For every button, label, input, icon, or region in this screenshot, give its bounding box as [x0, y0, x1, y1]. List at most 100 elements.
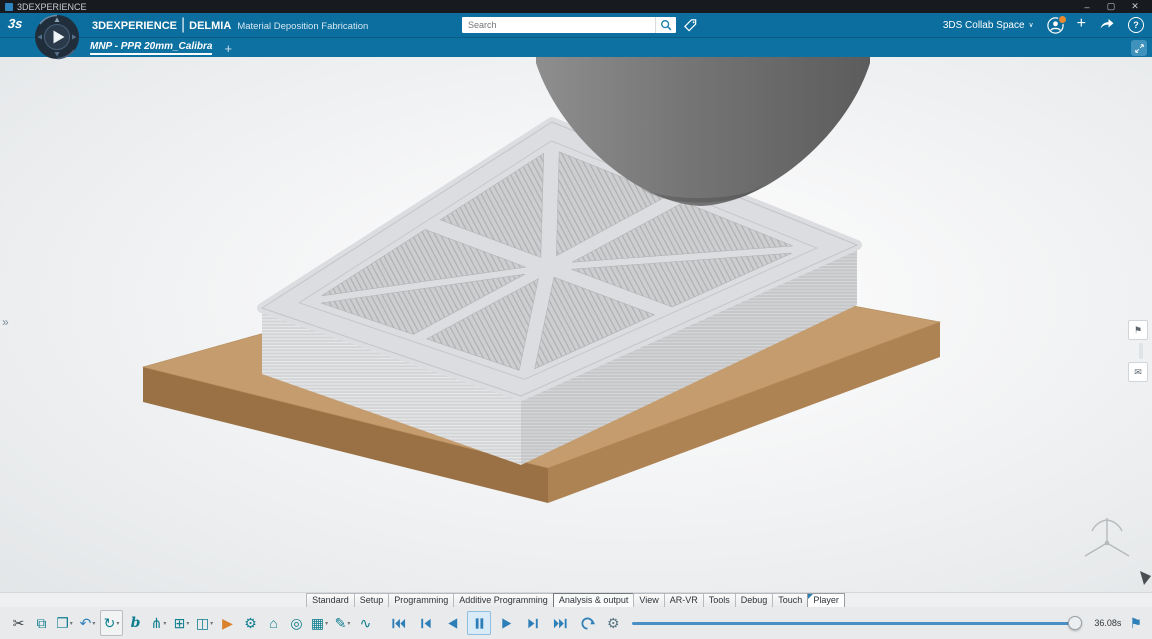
- play-backward-button[interactable]: [440, 611, 464, 635]
- undo-button[interactable]: ↶ ▾: [77, 611, 98, 635]
- add-content-button[interactable]: +: [1077, 16, 1086, 32]
- copy-button[interactable]: ⧉: [31, 611, 52, 635]
- update-icon: ↻: [103, 615, 116, 631]
- notification-badge: [1057, 14, 1067, 24]
- step-forward-icon: [527, 618, 538, 628]
- cut-button[interactable]: ✂: [8, 611, 29, 635]
- search-input[interactable]: [462, 17, 655, 33]
- end-flag-button[interactable]: ⚑: [1129, 615, 1142, 632]
- action-bar-tabs: Standard Setup Programming Additive Program…: [0, 592, 1152, 608]
- simulation-settings-button[interactable]: ⚙: [607, 615, 620, 632]
- window-titlebar: 3DEXPERIENCE – ▢ ✕: [0, 0, 1152, 13]
- probe-analysis-button[interactable]: ◎: [286, 611, 307, 635]
- user-avatar-button[interactable]: [1046, 14, 1067, 34]
- ribbon-tab-touch[interactable]: Touch: [772, 593, 809, 608]
- expand-window-button[interactable]: [1131, 40, 1147, 56]
- maximize-button[interactable]: ▢: [1099, 1, 1123, 12]
- dropdown-caret-icon[interactable]: ▾: [92, 620, 95, 627]
- tool-group: ✂ ⧉ ❐ ▾ ↶ ▾ ↻ ▾ b ⋔ ▾ ⊞ ▾ ◫ ▾ ▶ ⚙ ⌂ ◎ ▦ ▾ ✎ ▾ ∿: [8, 610, 376, 636]
- playback-controls: [386, 611, 599, 635]
- dropdown-caret-icon[interactable]: ▾: [116, 620, 119, 627]
- ribbon-tab-player[interactable]: Player: [807, 593, 845, 608]
- step-forward-button[interactable]: [521, 611, 545, 635]
- collab-space-selector[interactable]: 3DS Collab Space ∨: [943, 20, 1034, 31]
- side-scrollbar[interactable]: [1139, 343, 1143, 359]
- ribbon-tab-setup[interactable]: Setup: [353, 593, 390, 608]
- ribbon-tab-view[interactable]: View: [633, 593, 665, 608]
- viewport-3d[interactable]: » ⚑ ✉: [0, 57, 1152, 592]
- paste-icon: ❐: [56, 615, 69, 631]
- behavior-button[interactable]: b: [125, 611, 146, 635]
- ribbon-tab-analysis-output[interactable]: Analysis & output: [552, 593, 635, 608]
- minimize-button[interactable]: –: [1075, 2, 1099, 12]
- search-icon: [661, 20, 672, 31]
- step-backward-button[interactable]: [413, 611, 437, 635]
- dropdown-caret-icon[interactable]: ▾: [325, 620, 328, 627]
- output-table-button[interactable]: ▦ ▾: [309, 611, 330, 635]
- close-button[interactable]: ✕: [1123, 1, 1147, 12]
- process-tree-button[interactable]: ⋔ ▾: [148, 611, 169, 635]
- machine-setup-icon: ⚙: [244, 615, 257, 631]
- view-triad-icon: [1084, 518, 1130, 557]
- compare-button[interactable]: ◫ ▾: [194, 611, 215, 635]
- dropdown-caret-icon[interactable]: ▾: [210, 620, 213, 627]
- dropdown-caret-icon[interactable]: ▾: [163, 620, 166, 627]
- app-subtitle: Material Deposition Fabrication: [237, 21, 369, 32]
- extruder-nozzle: [536, 57, 870, 206]
- home-position-button[interactable]: ⌂: [263, 611, 284, 635]
- dropdown-caret-icon[interactable]: ▾: [70, 620, 73, 627]
- slider-track[interactable]: [631, 621, 1083, 625]
- 3dcompass-button[interactable]: [34, 14, 80, 60]
- signal-flow-button[interactable]: ∿: [355, 611, 376, 635]
- update-button[interactable]: ↻ ▾: [100, 610, 123, 636]
- paste-button[interactable]: ❐ ▾: [54, 611, 75, 635]
- machine-setup-button[interactable]: ⚙: [240, 611, 261, 635]
- loop-button[interactable]: [575, 611, 599, 635]
- tag-button[interactable]: [682, 17, 698, 33]
- side-bookmark-button[interactable]: ⚑: [1128, 320, 1148, 340]
- panel-expand-button[interactable]: »: [2, 315, 9, 329]
- edit-program-icon: ✎: [334, 615, 347, 631]
- home-position-icon: ⌂: [269, 615, 278, 631]
- pause-icon: [475, 617, 483, 629]
- corner-arrow-icon: [1140, 571, 1151, 585]
- 3d-scene: [141, 57, 1151, 585]
- ribbon-tab-additive-programming[interactable]: Additive Programming: [453, 593, 554, 608]
- ribbon-tab-standard[interactable]: Standard: [306, 593, 355, 608]
- side-message-button[interactable]: ✉: [1128, 362, 1148, 382]
- 3dcompass-icon: [35, 14, 79, 60]
- play-forward-icon: [501, 617, 511, 629]
- new-tab-button[interactable]: +: [224, 41, 232, 56]
- jump-to-end-button[interactable]: [548, 611, 572, 635]
- search-button[interactable]: [655, 17, 676, 33]
- jump-to-start-icon: [391, 618, 405, 628]
- ribbon-tab-tools[interactable]: Tools: [702, 593, 736, 608]
- run-simulation-button[interactable]: ▶: [217, 611, 238, 635]
- copy-icon: ⧉: [36, 615, 47, 631]
- window-layout-button[interactable]: ⊞ ▾: [171, 611, 192, 635]
- ribbon-tab-programming[interactable]: Programming: [388, 593, 455, 608]
- edit-program-button[interactable]: ✎ ▾: [332, 611, 353, 635]
- jump-to-start-button[interactable]: [386, 611, 410, 635]
- run-simulation-icon: ▶: [222, 615, 233, 631]
- ribbon-tab-ar-vr[interactable]: AR-VR: [663, 593, 704, 608]
- app-name: DELMIA: [189, 20, 232, 32]
- ribbon-tab-debug[interactable]: Debug: [734, 593, 774, 608]
- share-button[interactable]: [1099, 16, 1115, 35]
- brand-block: 3DEXPERIENCE | DELMIA Material Depositio…: [92, 16, 368, 34]
- process-tree-icon: ⋔: [150, 615, 163, 631]
- jump-to-end-icon: [553, 618, 567, 628]
- dassault-logo: 3s: [7, 16, 24, 31]
- help-button[interactable]: ?: [1128, 17, 1144, 33]
- bottom-toolbar: ✂ ⧉ ❐ ▾ ↶ ▾ ↻ ▾ b ⋔ ▾ ⊞ ▾ ◫ ▾ ▶ ⚙ ⌂ ◎ ▦ ▾ ✎ ▾ ∿ ⚙ 36.08s ⚑: [0, 607, 1152, 639]
- dropdown-caret-icon[interactable]: ▾: [186, 620, 189, 627]
- document-tab[interactable]: MNP - PPR 20mm_Calibra: [90, 41, 213, 55]
- loop-icon: [581, 617, 595, 629]
- pause-button[interactable]: [467, 611, 491, 635]
- window-title: 3DEXPERIENCE: [17, 1, 87, 12]
- share-icon: [1100, 18, 1114, 28]
- play-forward-button[interactable]: [494, 611, 518, 635]
- playback-slider[interactable]: [631, 613, 1083, 633]
- dropdown-caret-icon[interactable]: ▾: [347, 620, 350, 627]
- slider-handle[interactable]: [1068, 616, 1083, 630]
